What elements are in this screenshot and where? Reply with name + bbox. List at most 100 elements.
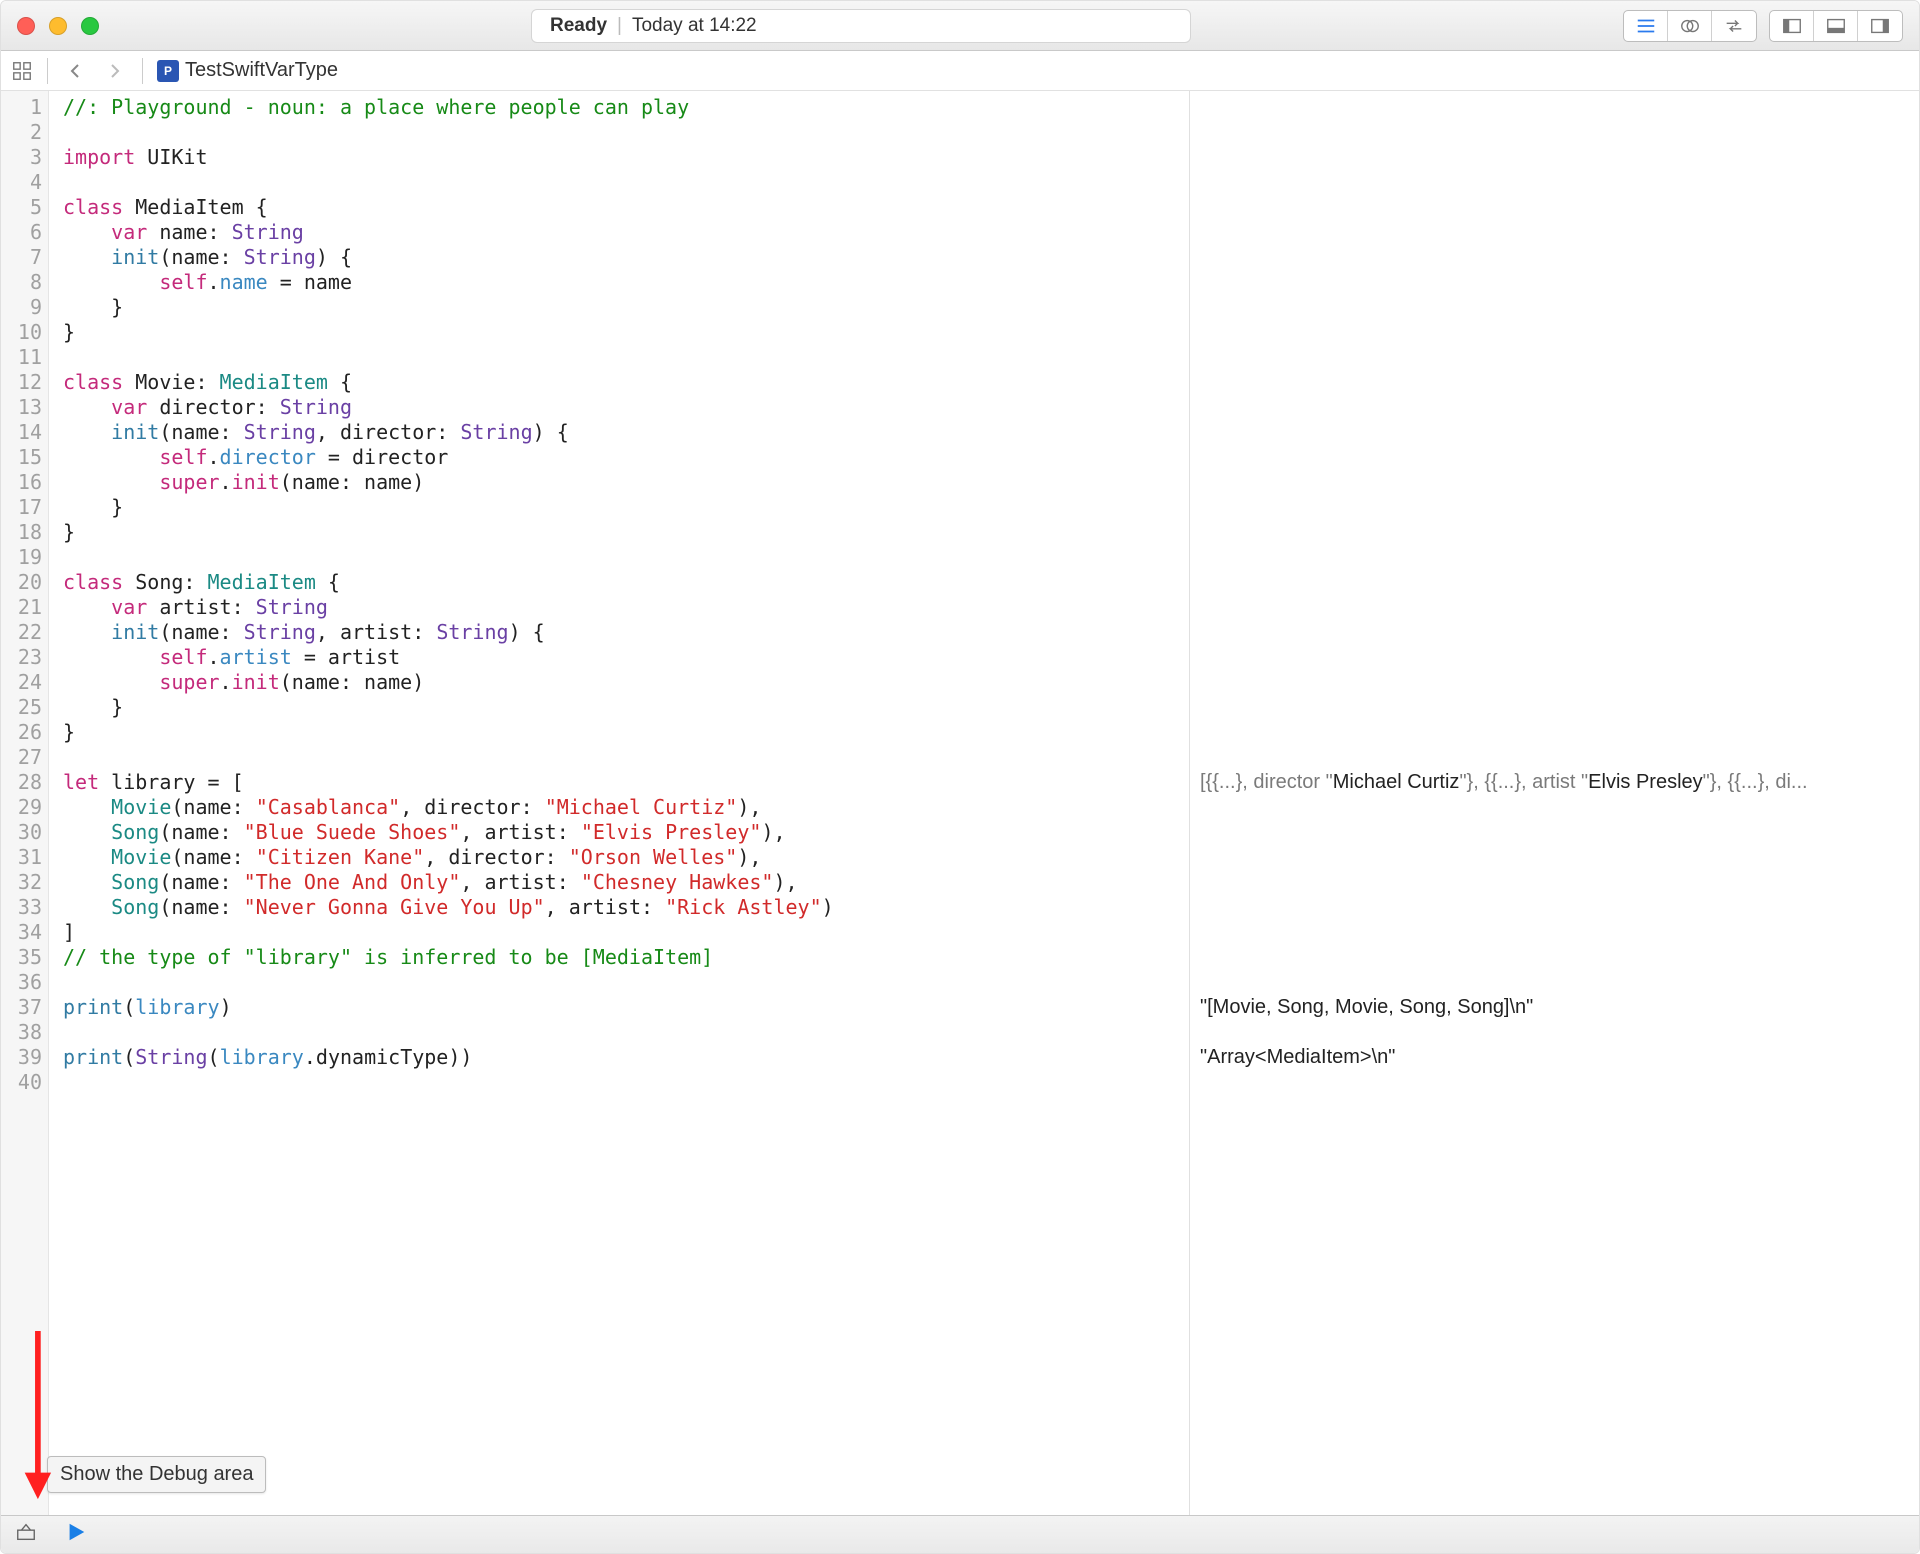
code-line[interactable] — [63, 1020, 1189, 1045]
code-line[interactable]: Song(name: "The One And Only", artist: "… — [63, 870, 1189, 895]
arrows-icon — [1723, 15, 1745, 37]
line-number-gutter: 1234567891011121314151617181920212223242… — [1, 91, 49, 1553]
line-number: 12 — [7, 370, 42, 395]
code-line[interactable]: } — [63, 720, 1189, 745]
source-editor[interactable]: //: Playground - noun: a place where peo… — [49, 91, 1189, 1553]
line-number: 26 — [7, 720, 42, 745]
code-line[interactable]: Movie(name: "Casablanca", director: "Mic… — [63, 795, 1189, 820]
result-row — [1200, 245, 1909, 270]
code-line[interactable]: print(String(library.dynamicType)) — [63, 1045, 1189, 1070]
result-row — [1200, 970, 1909, 995]
code-line[interactable]: } — [63, 295, 1189, 320]
code-line[interactable]: var name: String — [63, 220, 1189, 245]
code-line[interactable]: } — [63, 695, 1189, 720]
code-line[interactable]: super.init(name: name) — [63, 670, 1189, 695]
editor-mode-segment — [1623, 10, 1757, 42]
standard-editor-button[interactable] — [1624, 11, 1668, 41]
debug-toggle-icon — [15, 1521, 37, 1543]
status-time: Today at 14:22 — [632, 15, 757, 37]
code-line[interactable]: Song(name: "Never Gonna Give You Up", ar… — [63, 895, 1189, 920]
version-editor-button[interactable] — [1712, 11, 1756, 41]
line-number: 36 — [7, 970, 42, 995]
code-line[interactable]: self.name = name — [63, 270, 1189, 295]
line-number: 20 — [7, 570, 42, 595]
result-row — [1200, 670, 1909, 695]
line-number: 15 — [7, 445, 42, 470]
line-number: 30 — [7, 820, 42, 845]
line-number: 31 — [7, 845, 42, 870]
code-line[interactable]: import UIKit — [63, 145, 1189, 170]
run-playground-button[interactable] — [65, 1521, 87, 1548]
code-line[interactable]: self.artist = artist — [63, 645, 1189, 670]
code-line[interactable]: class Song: MediaItem { — [63, 570, 1189, 595]
code-line[interactable]: } — [63, 520, 1189, 545]
toggle-utilities-button[interactable] — [1858, 11, 1902, 41]
assistant-editor-button[interactable] — [1668, 11, 1712, 41]
result-row — [1200, 945, 1909, 970]
jump-bar: P TestSwiftVarType — [1, 51, 1919, 91]
result-row — [1200, 1020, 1909, 1045]
code-line[interactable]: var director: String — [63, 395, 1189, 420]
window-titlebar: Ready | Today at 14:22 — [1, 1, 1919, 51]
code-line[interactable]: // the type of "library" is inferred to … — [63, 945, 1189, 970]
chevron-right-icon — [106, 63, 122, 79]
code-line[interactable]: init(name: String, artist: String) { — [63, 620, 1189, 645]
result-row — [1200, 895, 1909, 920]
line-number: 32 — [7, 870, 42, 895]
line-number: 40 — [7, 1070, 42, 1095]
code-line[interactable]: class MediaItem { — [63, 195, 1189, 220]
line-number: 29 — [7, 795, 42, 820]
code-line[interactable] — [63, 545, 1189, 570]
line-number: 21 — [7, 595, 42, 620]
show-debug-area-button[interactable] — [15, 1521, 37, 1548]
line-number: 1 — [7, 95, 42, 120]
code-line[interactable] — [63, 120, 1189, 145]
toggle-debug-button[interactable] — [1814, 11, 1858, 41]
result-row — [1200, 295, 1909, 320]
playground-file-icon: P — [157, 60, 179, 82]
code-line[interactable]: print(library) — [63, 995, 1189, 1020]
zoom-window-button[interactable] — [81, 17, 99, 35]
result-row — [1200, 345, 1909, 370]
line-number: 35 — [7, 945, 42, 970]
close-window-button[interactable] — [17, 17, 35, 35]
code-line[interactable]: Movie(name: "Citizen Kane", director: "O… — [63, 845, 1189, 870]
history-back-button[interactable] — [62, 57, 90, 85]
minimize-window-button[interactable] — [49, 17, 67, 35]
line-number: 3 — [7, 145, 42, 170]
code-line[interactable]: } — [63, 495, 1189, 520]
code-line[interactable]: init(name: String) { — [63, 245, 1189, 270]
lines-icon — [1635, 15, 1657, 37]
result-row — [1200, 570, 1909, 595]
code-line[interactable] — [63, 345, 1189, 370]
code-line[interactable]: ] — [63, 920, 1189, 945]
result-row — [1200, 595, 1909, 620]
breadcrumb-file[interactable]: P TestSwiftVarType — [157, 59, 338, 82]
code-line[interactable]: } — [63, 320, 1189, 345]
code-line[interactable]: var artist: String — [63, 595, 1189, 620]
tooltip-text: Show the Debug area — [60, 1463, 253, 1485]
line-number: 10 — [7, 320, 42, 345]
result-row — [1200, 145, 1909, 170]
code-line[interactable]: super.init(name: name) — [63, 470, 1189, 495]
related-items-button[interactable] — [11, 60, 33, 82]
code-line[interactable] — [63, 745, 1189, 770]
code-line[interactable]: let library = [ — [63, 770, 1189, 795]
code-line[interactable] — [63, 970, 1189, 995]
line-number: 5 — [7, 195, 42, 220]
history-forward-button[interactable] — [100, 57, 128, 85]
code-line[interactable]: //: Playground - noun: a place where peo… — [63, 95, 1189, 120]
code-line[interactable] — [63, 170, 1189, 195]
result-row — [1200, 445, 1909, 470]
line-number: 33 — [7, 895, 42, 920]
code-line[interactable]: self.director = director — [63, 445, 1189, 470]
code-line[interactable]: class Movie: MediaItem { — [63, 370, 1189, 395]
line-number: 2 — [7, 120, 42, 145]
code-line[interactable]: init(name: String, director: String) { — [63, 420, 1189, 445]
result-row — [1200, 695, 1909, 720]
code-line[interactable]: Song(name: "Blue Suede Shoes", artist: "… — [63, 820, 1189, 845]
toggle-navigator-button[interactable] — [1770, 11, 1814, 41]
result-row: "Array<MediaItem>\n" — [1200, 1045, 1909, 1070]
line-number: 38 — [7, 1020, 42, 1045]
code-line[interactable] — [63, 1070, 1189, 1095]
